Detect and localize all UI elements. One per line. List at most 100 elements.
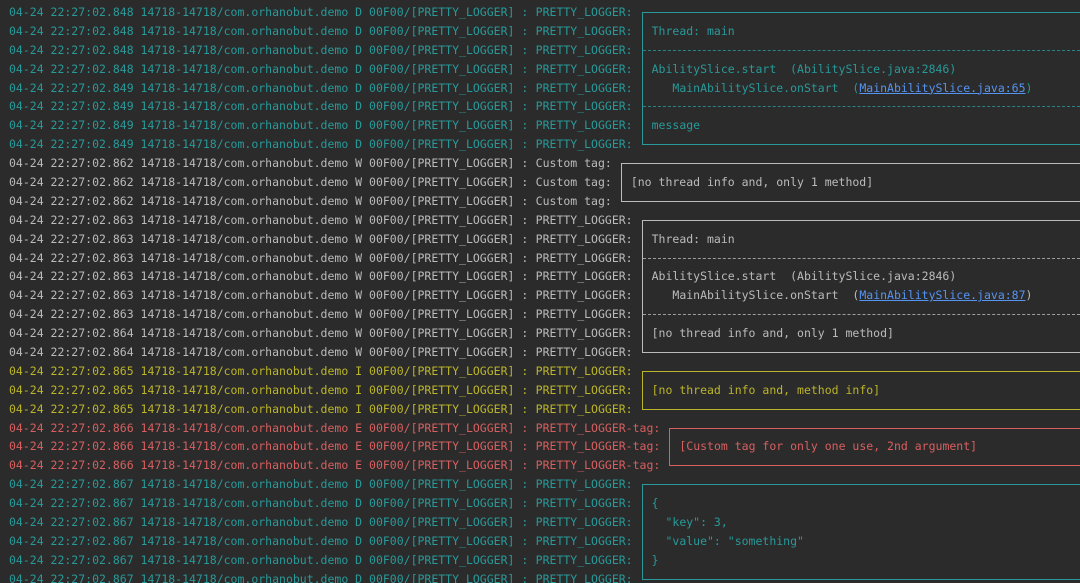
log-tag: PRETTY_LOGGER:	[535, 212, 633, 227]
log-prefix: 04-24 22:27:02.867 14718-14718/com.orhan…	[9, 515, 529, 530]
log-message-text: [no thread info and, only 1 method]	[651, 326, 894, 341]
log-message-text: AbilitySlice.start (AbilitySlice.java:28…	[651, 269, 957, 284]
log-message: Thread: main	[652, 230, 735, 249]
log-message: "key": 3,	[651, 513, 728, 532]
log-message-text: Thread: main	[651, 231, 735, 246]
log-tag: PRETTY_LOGGER:	[535, 23, 633, 38]
log-line: 04-24 22:27:02.867 14718-14718/com.orhan…	[0, 569, 1080, 583]
log-tag: PRETTY_LOGGER:	[535, 250, 633, 265]
log-line: 04-24 22:27:02.863 14718-14718/com.orhan…	[0, 229, 1080, 249]
log-line: 04-24 22:27:02.863 14718-14718/com.orhan…	[0, 248, 1080, 268]
source-link[interactable]: MainAbilitySlice.java:65	[859, 81, 1025, 95]
log-tag: PRETTY_LOGGER:	[535, 269, 633, 284]
log-line: 04-24 22:27:02.849 14718-14718/com.orhan…	[0, 97, 1080, 117]
log-tag: PRETTY_LOGGER:	[535, 496, 633, 511]
log-tag: PRETTY_LOGGER:	[535, 307, 633, 322]
log-tag: PRETTY_LOGGER:	[535, 137, 633, 152]
log-line: 04-24 22:27:02.867 14718-14718/com.orhan…	[0, 550, 1080, 570]
log-message-text: [no thread info and, only 1 method]	[630, 175, 874, 190]
log-message-text: Thread: main	[651, 23, 735, 38]
log-box-border	[669, 456, 1080, 467]
log-prefix: 04-24 22:27:02.867 14718-14718/com.orhan…	[9, 571, 529, 583]
log-box-border	[641, 116, 1080, 136]
log-line: 04-24 22:27:02.864 14718-14718/com.orhan…	[0, 343, 1080, 362]
log-prefix: 04-24 22:27:02.866 14718-14718/com.orhan…	[9, 458, 529, 473]
log-line: 04-24 22:27:02.862 14718-14718/com.orhan…	[0, 191, 1080, 211]
log-tag: PRETTY_LOGGER:	[535, 363, 633, 378]
log-message-text: }	[651, 552, 659, 567]
log-message-suffix: )	[1025, 288, 1033, 303]
log-tag: PRETTY_LOGGER:	[535, 515, 633, 530]
log-prefix: 04-24 22:27:02.865 14718-14718/com.orhan…	[9, 363, 529, 378]
log-line: 04-24 22:27:02.862 14718-14718/com.orhan…	[0, 173, 1080, 192]
log-tag: PRETTY_LOGGER:	[535, 5, 633, 19]
source-link[interactable]: MainAbilitySlice.java:87	[859, 288, 1025, 302]
log-prefix: 04-24 22:27:02.863 14718-14718/com.orhan…	[9, 212, 529, 227]
log-tag: PRETTY_LOGGER:	[535, 533, 633, 548]
log-message: [no thread info and, only 1 method]	[652, 324, 894, 343]
log-tag: Custom tag:	[535, 193, 612, 208]
log-message-text: [Custom tag for only one use, 2nd argume…	[679, 439, 978, 454]
log-box-border	[641, 40, 1080, 60]
log-message-text: AbilitySlice.start (AbilitySlice.java:28…	[651, 61, 957, 76]
log-box-border	[620, 163, 1080, 174]
log-line: 04-24 22:27:02.863 14718-14718/com.orhan…	[0, 267, 1080, 287]
logcat-console[interactable]: 04-24 22:27:02.848 14718-14718/com.orhan…	[0, 0, 1080, 583]
log-message: message	[652, 116, 700, 135]
log-prefix: 04-24 22:27:02.864 14718-14718/com.orhan…	[9, 326, 529, 341]
log-box-border	[641, 569, 1080, 580]
log-line: 04-24 22:27:02.863 14718-14718/com.orhan…	[0, 305, 1080, 325]
log-line: 04-24 22:27:02.866 14718-14718/com.orhan…	[0, 437, 1080, 457]
log-tag: PRETTY_LOGGER-tag:	[535, 439, 661, 454]
log-message: [no thread info and, only 1 method]	[631, 173, 873, 192]
log-prefix: 04-24 22:27:02.848 14718-14718/com.orhan…	[9, 61, 529, 76]
log-tag: PRETTY_LOGGER:	[535, 382, 633, 397]
log-line: 04-24 22:27:02.867 14718-14718/com.orhan…	[0, 513, 1080, 532]
log-prefix: 04-24 22:27:02.848 14718-14718/com.orhan…	[9, 42, 529, 57]
log-message: MainAbilitySlice.onStart (MainAbilitySli…	[652, 79, 1032, 98]
log-prefix: 04-24 22:27:02.863 14718-14718/com.orhan…	[9, 307, 529, 322]
log-message-text: message	[651, 118, 701, 133]
log-message: }	[652, 551, 659, 570]
log-line: 04-24 22:27:02.849 14718-14718/com.orhan…	[0, 78, 1080, 98]
log-message-text: MainAbilitySlice.onStart (	[651, 288, 860, 303]
log-tag: PRETTY_LOGGER-tag:	[535, 458, 661, 473]
log-tag: PRETTY_LOGGER:	[535, 61, 633, 76]
log-line: 04-24 22:27:02.866 14718-14718/com.orhan…	[0, 419, 1080, 438]
log-tag: PRETTY_LOGGER:	[535, 477, 633, 492]
log-box-border	[641, 248, 1080, 268]
log-tag: PRETTY_LOGGER:	[535, 231, 633, 246]
log-message: AbilitySlice.start (AbilitySlice.java:28…	[652, 60, 957, 79]
log-message-text: "key": 3,	[651, 515, 728, 530]
log-line: 04-24 22:27:02.865 14718-14718/com.orhan…	[0, 362, 1080, 381]
log-prefix: 04-24 22:27:02.867 14718-14718/com.orhan…	[9, 477, 529, 492]
log-message: {	[652, 494, 659, 513]
log-prefix: 04-24 22:27:02.849 14718-14718/com.orhan…	[9, 118, 529, 133]
log-line: 04-24 22:27:02.866 14718-14718/com.orhan…	[0, 456, 1080, 475]
log-box-border	[641, 12, 1080, 22]
log-prefix: 04-24 22:27:02.862 14718-14718/com.orhan…	[9, 175, 529, 190]
log-line: 04-24 22:27:02.849 14718-14718/com.orhan…	[0, 116, 1080, 136]
log-line: 04-24 22:27:02.848 14718-14718/com.orhan…	[0, 40, 1080, 60]
log-prefix: 04-24 22:27:02.848 14718-14718/com.orhan…	[9, 23, 529, 38]
log-message: AbilitySlice.start (AbilitySlice.java:28…	[652, 267, 957, 286]
log-prefix: 04-24 22:27:02.862 14718-14718/com.orhan…	[9, 193, 529, 208]
log-box-border	[641, 343, 1080, 353]
log-message: [no thread info and, method info]	[652, 381, 880, 400]
log-prefix: 04-24 22:27:02.864 14718-14718/com.orhan…	[9, 345, 529, 360]
log-prefix: 04-24 22:27:02.865 14718-14718/com.orhan…	[9, 382, 529, 397]
log-prefix: 04-24 22:27:02.849 14718-14718/com.orhan…	[9, 137, 529, 152]
log-message-text: [no thread info and, method info]	[651, 382, 881, 397]
log-prefix: 04-24 22:27:02.862 14718-14718/com.orhan…	[9, 156, 529, 171]
log-message: "value": "something"	[651, 532, 804, 551]
log-box-border	[641, 484, 1080, 495]
log-prefix: 04-24 22:27:02.866 14718-14718/com.orhan…	[9, 439, 529, 454]
log-line: 04-24 22:27:02.862 14718-14718/com.orhan…	[0, 154, 1080, 174]
log-message-text: "value": "something"	[651, 533, 804, 548]
log-box-border	[641, 97, 1080, 117]
log-message-text: {	[651, 496, 659, 511]
log-box-border	[641, 399, 1080, 410]
log-line: 04-24 22:27:02.863 14718-14718/com.orhan…	[0, 286, 1080, 306]
log-prefix: 04-24 22:27:02.849 14718-14718/com.orhan…	[9, 80, 529, 95]
log-prefix: 04-24 22:27:02.863 14718-14718/com.orhan…	[9, 231, 529, 246]
